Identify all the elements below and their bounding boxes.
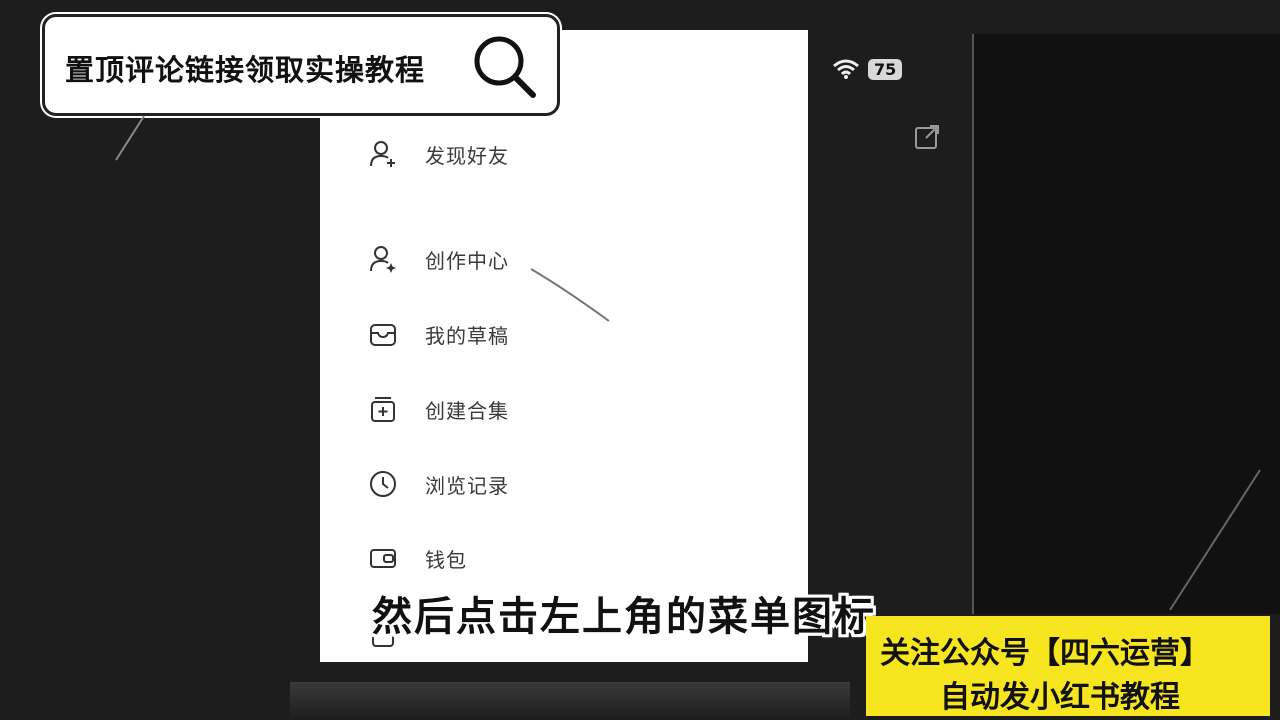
- menu-item-label: 我的草稿: [425, 323, 509, 348]
- menu-item-label: 发现好友: [425, 143, 509, 168]
- menu-item-label: 创作中心: [425, 248, 509, 273]
- add-friend-icon: [366, 137, 400, 171]
- menu-item-label: 钱包: [425, 547, 467, 572]
- decorative-line: [115, 115, 145, 161]
- history-clock-icon: [366, 467, 400, 501]
- banner-line-1: 关注公众号【四六运营】: [880, 636, 1210, 671]
- search-callout-text: 置顶评论链接领取实操教程: [65, 53, 426, 87]
- collection-icon: [366, 392, 400, 426]
- status-bar: 75: [832, 58, 903, 80]
- share-icon[interactable]: [912, 122, 942, 152]
- menu-item-wallet[interactable]: 钱包: [320, 534, 808, 582]
- creator-icon: [366, 242, 400, 276]
- magnifier-icon: [474, 36, 536, 98]
- pointer-stroke: [530, 268, 610, 322]
- wifi-icon: [833, 59, 859, 79]
- promo-banner: 关注公众号【四六运营】 自动发小红书教程: [866, 616, 1270, 716]
- decorative-line: [1169, 469, 1261, 611]
- battery-level: 75: [868, 58, 903, 80]
- menu-item-create-collection[interactable]: 创建合集: [320, 385, 808, 433]
- menu-item-label: 浏览记录: [425, 473, 509, 498]
- menu-item-history[interactable]: 浏览记录: [320, 460, 808, 508]
- drafts-icon: [366, 317, 400, 351]
- side-menu-panel: 发现好友 创作中心 我的草稿 创建合集 浏览记录 钱包: [320, 30, 808, 662]
- video-subtitle: 然后点击左上角的菜单图标: [372, 594, 876, 640]
- search-callout: 置顶评论链接领取实操教程: [42, 14, 560, 116]
- wallet-icon: [366, 541, 400, 575]
- banner-line-2: 自动发小红书教程: [940, 680, 1180, 715]
- video-frame: 75 发现好友 创作中心 我的草稿 创建合集 浏览记录 钱包 置顶评论链接领取实…: [0, 0, 1280, 720]
- menu-item-label: 创建合集: [425, 398, 509, 423]
- menu-item-find-friends[interactable]: 发现好友: [320, 130, 808, 178]
- bottom-shadow: [290, 682, 850, 720]
